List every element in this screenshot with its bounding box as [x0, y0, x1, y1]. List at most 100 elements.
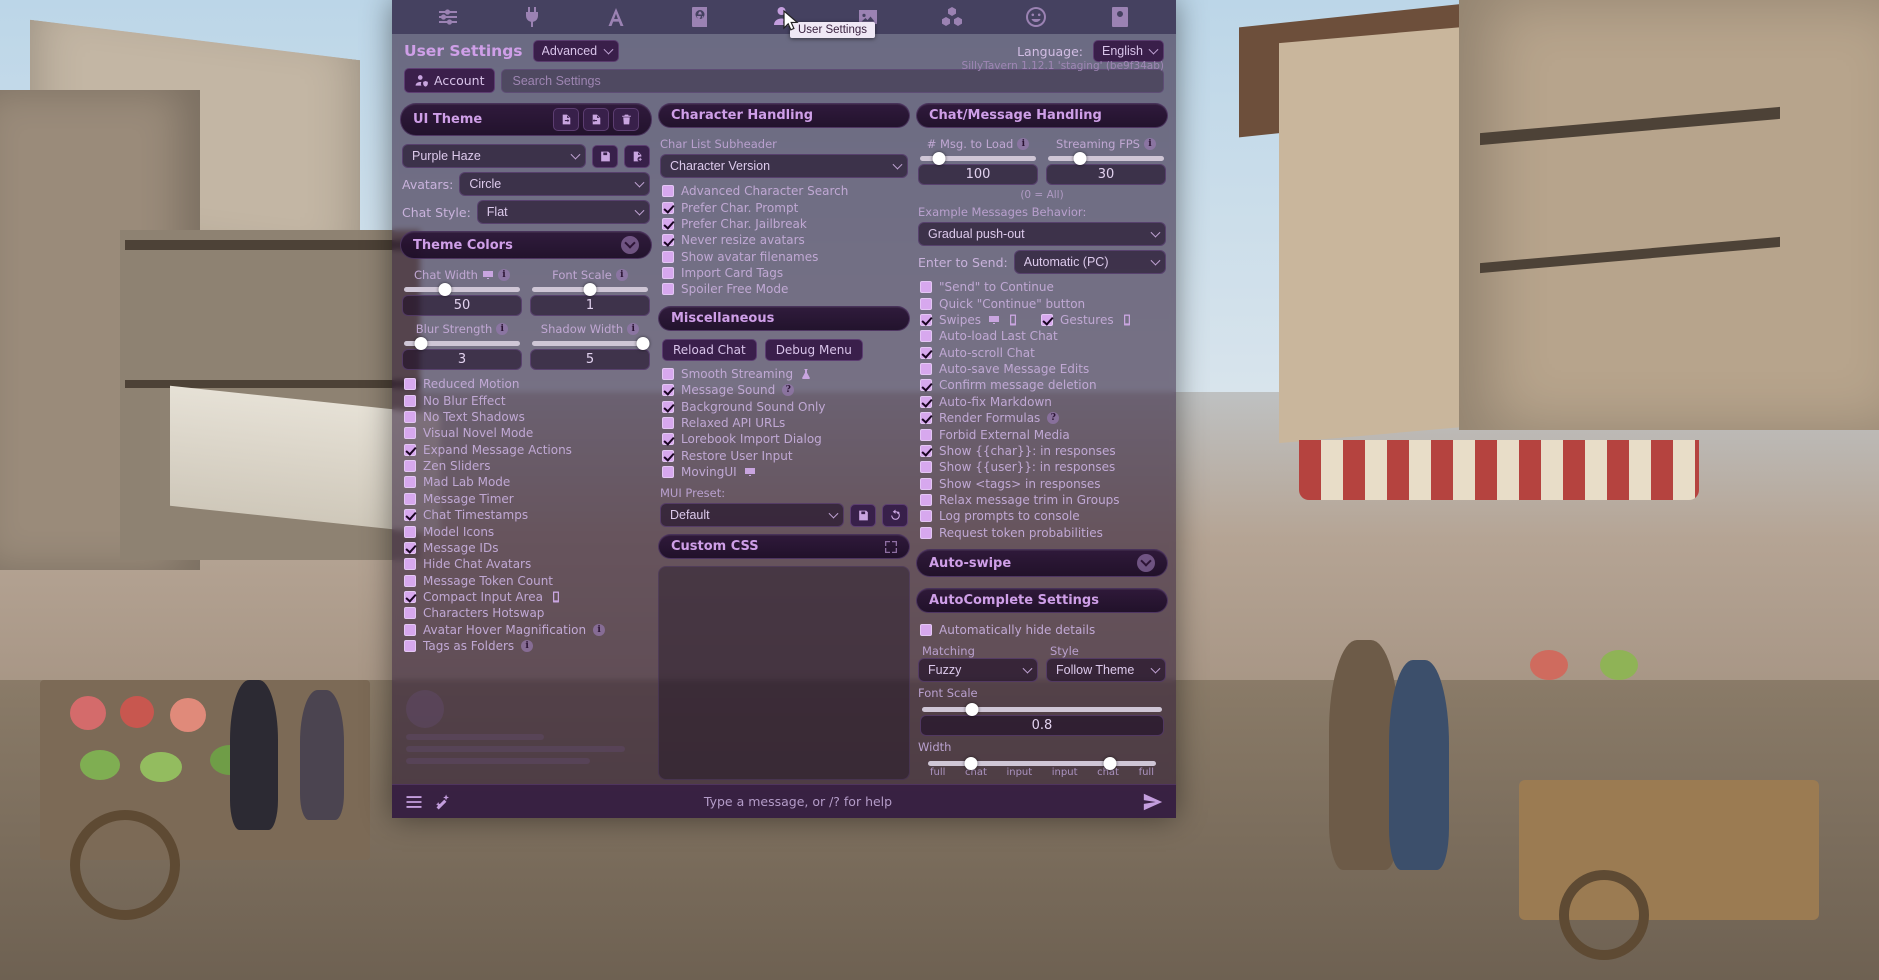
slider-value[interactable]: 30 — [1046, 164, 1166, 185]
slider-track[interactable] — [532, 337, 650, 350]
example-messages-select[interactable]: Gradual push-out — [918, 222, 1166, 246]
checkbox[interactable] — [404, 607, 416, 620]
help-icon[interactable]: ? — [1047, 412, 1060, 425]
checkbox[interactable] — [404, 591, 416, 604]
info-icon[interactable]: i — [496, 323, 509, 335]
slider-knob[interactable] — [438, 283, 452, 296]
slider-track[interactable] — [404, 283, 520, 296]
checkbox[interactable] — [920, 297, 932, 310]
list-item[interactable]: Message Timer — [402, 491, 650, 507]
slider-track[interactable] — [922, 703, 1162, 717]
checkbox[interactable] — [662, 433, 674, 446]
chat-style-select[interactable]: Flat — [476, 200, 650, 224]
checkbox[interactable] — [920, 526, 932, 539]
list-item[interactable]: Smooth Streaming — [660, 366, 908, 382]
panel-character-handling-header[interactable]: Character Handling — [658, 103, 910, 128]
list-item[interactable]: Swipes Gestures — [918, 312, 1166, 328]
delete-theme-icon[interactable] — [613, 108, 639, 131]
matching-select[interactable]: Fuzzy — [918, 658, 1038, 683]
new-theme-icon[interactable] — [624, 144, 650, 168]
checkbox[interactable] — [662, 367, 674, 380]
account-button[interactable]: Account — [404, 68, 496, 93]
checkbox[interactable] — [920, 363, 932, 376]
slider-knob[interactable] — [583, 283, 597, 296]
cubes-icon[interactable] — [935, 4, 969, 30]
list-item[interactable]: Visual Novel Mode — [402, 425, 650, 441]
checkbox[interactable] — [1041, 313, 1054, 326]
list-item[interactable]: Request token probabilities — [918, 525, 1166, 541]
list-item[interactable]: Model Icons — [402, 523, 650, 539]
slider-track[interactable] — [920, 152, 1036, 165]
list-item[interactable]: Message IDs — [402, 540, 650, 556]
slider-knob[interactable] — [414, 337, 428, 350]
panel-ui-theme-header[interactable]: UI Theme — [400, 103, 652, 136]
slider-track[interactable] — [404, 337, 520, 350]
checkbox[interactable] — [404, 410, 416, 423]
search-input[interactable] — [501, 68, 1164, 93]
send-icon[interactable] — [1142, 791, 1164, 813]
checkbox[interactable] — [920, 444, 932, 457]
slider-value[interactable]: 50 — [402, 295, 522, 316]
slider-value[interactable]: 5 — [530, 349, 650, 370]
slider-value[interactable]: 3 — [402, 349, 522, 370]
checkbox[interactable] — [404, 558, 416, 571]
list-item[interactable]: Message Token Count — [402, 573, 650, 589]
slider-value[interactable]: 1 — [530, 295, 650, 316]
checkbox[interactable] — [404, 541, 416, 554]
checkbox[interactable] — [404, 394, 416, 407]
slider-knob[interactable] — [636, 337, 650, 350]
info-icon[interactable]: i — [593, 623, 606, 636]
checkbox[interactable] — [404, 378, 416, 391]
checkbox[interactable] — [920, 395, 932, 408]
checkbox[interactable] — [662, 384, 674, 397]
style-select[interactable]: Follow Theme — [1046, 658, 1166, 683]
list-item[interactable]: Prefer Char. Jailbreak — [660, 216, 908, 232]
panel-custom-css-header[interactable]: Custom CSS — [658, 534, 910, 560]
export-theme-icon[interactable] — [583, 108, 609, 131]
list-item[interactable]: Characters Hotswap — [402, 605, 650, 621]
slider-knob[interactable] — [965, 703, 979, 717]
checkbox[interactable] — [404, 525, 416, 538]
checkbox[interactable] — [662, 283, 674, 296]
avatars-select[interactable]: Circle — [459, 172, 650, 196]
checkbox[interactable] — [404, 427, 416, 440]
list-item[interactable]: Message Sound? — [660, 382, 908, 398]
list-item[interactable]: Automatically hide details — [918, 622, 1166, 638]
mui-preset-select[interactable]: Default — [660, 503, 844, 528]
checkbox[interactable] — [662, 466, 674, 479]
checkbox[interactable] — [404, 623, 416, 636]
mode-select[interactable]: Advanced — [532, 40, 619, 62]
info-icon[interactable]: i — [521, 640, 534, 653]
list-item[interactable]: Relax message trim in Groups — [918, 492, 1166, 508]
checkbox[interactable] — [662, 217, 674, 230]
list-item[interactable]: Relaxed API URLs — [660, 415, 908, 431]
checkbox[interactable] — [404, 509, 416, 522]
checkbox[interactable] — [920, 412, 932, 425]
smiley-icon[interactable] — [1019, 4, 1053, 30]
theme-select[interactable]: Purple Haze — [402, 144, 586, 168]
checkbox[interactable] — [662, 234, 674, 247]
list-item[interactable]: Reduced Motion — [402, 376, 650, 392]
slider-track[interactable] — [1048, 152, 1164, 165]
checkbox[interactable] — [404, 443, 416, 456]
slider-knob[interactable] — [932, 152, 946, 165]
checkbox[interactable] — [920, 313, 932, 326]
list-item[interactable]: Auto-scroll Chat — [918, 345, 1166, 361]
panel-chat-message-handling-header[interactable]: Chat/Message Handling — [916, 103, 1168, 128]
font-a-icon[interactable] — [599, 4, 633, 30]
chevron-down-icon[interactable] — [1137, 554, 1155, 572]
list-item[interactable]: No Blur Effect — [402, 392, 650, 408]
checkbox[interactable] — [920, 624, 932, 637]
list-item[interactable]: Auto-save Message Edits — [918, 361, 1166, 377]
panel-miscellaneous-header[interactable]: Miscellaneous — [658, 305, 910, 331]
list-item[interactable]: Chat Timestamps — [402, 507, 650, 523]
language-select[interactable]: English — [1093, 40, 1164, 62]
checkbox[interactable] — [662, 250, 674, 263]
sliders-icon[interactable] — [431, 4, 465, 30]
checkbox[interactable] — [920, 428, 932, 441]
checkbox[interactable] — [404, 492, 416, 505]
checkbox[interactable] — [920, 477, 932, 490]
list-item[interactable]: Lorebook Import Dialog — [660, 431, 908, 447]
magic-wand-icon[interactable] — [434, 792, 454, 812]
slider-value[interactable]: 100 — [918, 164, 1038, 185]
